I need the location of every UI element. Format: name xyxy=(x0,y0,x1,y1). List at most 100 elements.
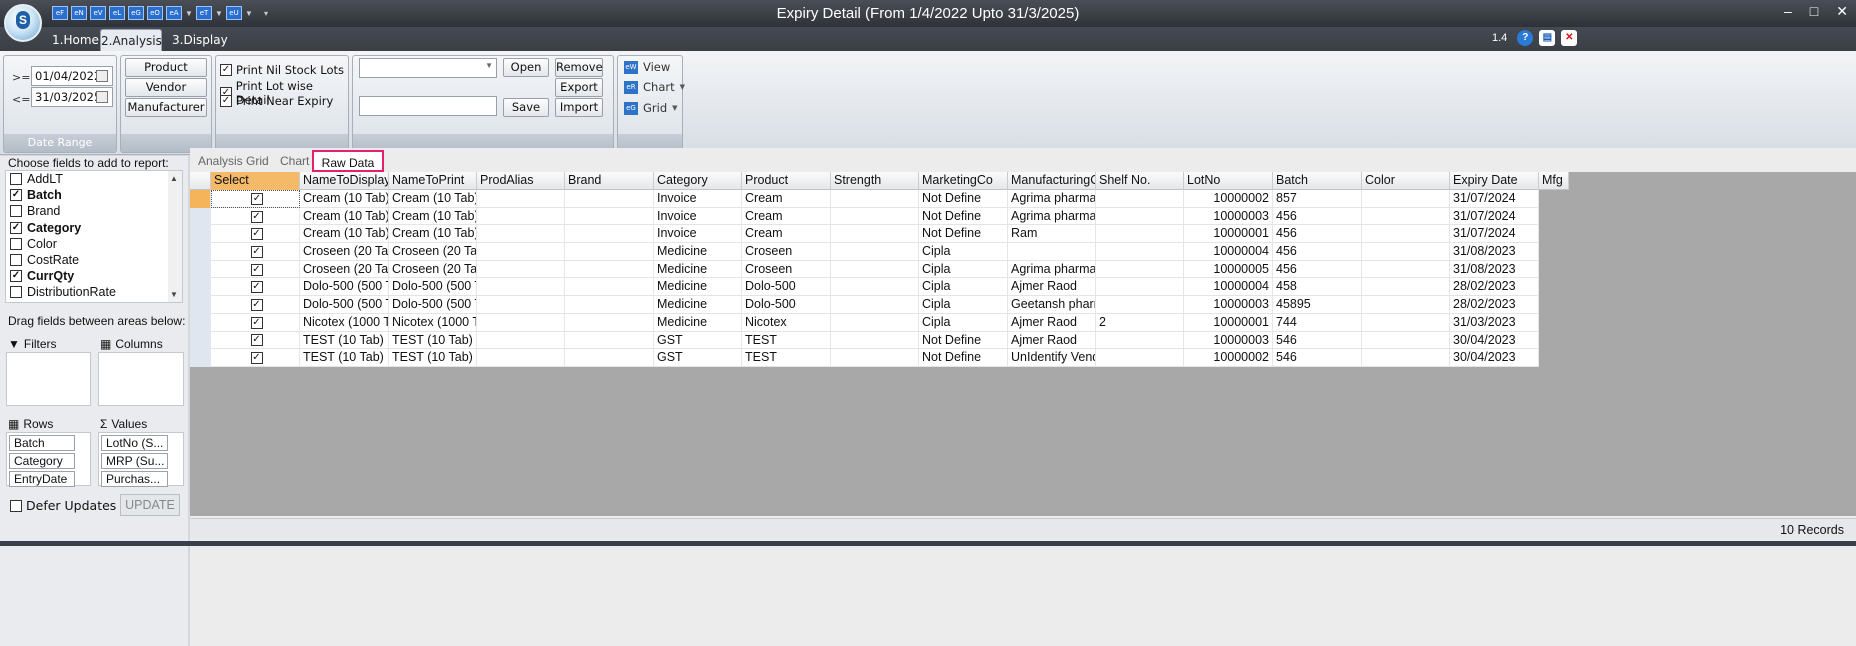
table-row[interactable]: ✓ Dolo-500 (500 TaDolo-500 (500 Ta Medicin… xyxy=(190,296,1539,314)
column-header[interactable]: Color xyxy=(1362,172,1450,190)
table-cell[interactable]: GST xyxy=(654,349,742,367)
table-cell[interactable]: Dolo-500 (500 Ta xyxy=(300,296,389,314)
exit-icon[interactable]: ✕ xyxy=(1561,30,1578,46)
table-cell[interactable] xyxy=(1362,331,1450,350)
value-chip[interactable]: MRP (Su... xyxy=(101,453,168,469)
table-cell[interactable] xyxy=(1096,190,1184,208)
table-cell[interactable] xyxy=(565,278,654,297)
select-cell[interactable]: ✓ xyxy=(211,313,300,332)
row-header[interactable] xyxy=(190,260,211,279)
table-cell[interactable]: Dolo-500 xyxy=(742,278,831,297)
table-cell[interactable] xyxy=(1362,207,1450,226)
table-cell[interactable]: 744 xyxy=(1273,313,1362,332)
table-cell[interactable]: Cream (10 Tab) xyxy=(389,190,477,208)
table-cell[interactable]: 45895 xyxy=(1273,296,1362,314)
column-header[interactable]: NameToPrint xyxy=(389,172,477,190)
table-cell[interactable] xyxy=(1362,190,1450,208)
table-cell[interactable]: Cipla xyxy=(919,296,1008,314)
field-list[interactable]: AddLT ✓ Batch Brand ✓ Category Color CostR… xyxy=(5,170,183,303)
table-cell[interactable]: Medicine xyxy=(654,243,742,261)
table-cell[interactable] xyxy=(565,349,654,367)
table-cell[interactable]: 456 xyxy=(1273,260,1362,279)
table-cell[interactable] xyxy=(1362,349,1450,367)
table-cell[interactable]: 456 xyxy=(1273,243,1362,261)
checkbox[interactable] xyxy=(10,205,22,218)
table-cell[interactable]: 10000003 xyxy=(1184,296,1273,314)
table-row[interactable]: ✓ Nicotex (1000 Ta Nicotex (1000 Ta Medicin… xyxy=(190,313,1539,332)
help-icon[interactable]: ? xyxy=(1517,30,1534,46)
table-cell[interactable]: GST xyxy=(654,331,742,350)
table-cell[interactable]: Nicotex (1000 Ta xyxy=(300,313,389,332)
table-cell[interactable]: 30/04/2023 xyxy=(1450,349,1539,367)
value-chip[interactable]: LotNo (S... xyxy=(101,435,168,451)
table-cell[interactable]: Cream (10 Tab) xyxy=(389,225,477,244)
table-cell[interactable]: Cream (10 Tab) xyxy=(300,225,389,244)
tab-raw-data[interactable]: Raw Data xyxy=(312,150,384,172)
table-cell[interactable] xyxy=(477,331,565,350)
table-cell[interactable] xyxy=(831,278,919,297)
checkbox[interactable] xyxy=(10,254,22,267)
to-date-field[interactable]: 31/03/2025 xyxy=(31,87,113,107)
checkbox[interactable]: ✓ xyxy=(10,270,22,283)
select-checkbox[interactable]: ✓ xyxy=(250,281,263,294)
select-checkbox[interactable]: ✓ xyxy=(250,298,263,311)
column-header[interactable]: Category xyxy=(654,172,742,190)
table-cell[interactable] xyxy=(477,225,565,244)
select-checkbox[interactable]: ✓ xyxy=(250,263,263,276)
checkbox[interactable] xyxy=(10,499,22,512)
table-cell[interactable]: Ajmer Raod xyxy=(1008,331,1096,350)
column-header[interactable]: Strength xyxy=(831,172,919,190)
table-cell[interactable]: Agrima pharmac xyxy=(1008,260,1096,279)
select-cell[interactable]: ✓ xyxy=(211,296,300,314)
select-cell[interactable]: ✓ xyxy=(211,243,300,261)
table-cell[interactable]: Dolo-500 (500 Ta xyxy=(300,278,389,297)
table-cell[interactable]: Not Define xyxy=(919,349,1008,367)
document-icon[interactable]: ▤ xyxy=(1539,30,1556,46)
table-cell[interactable] xyxy=(477,296,565,314)
table-cell[interactable] xyxy=(1362,243,1450,261)
checkbox[interactable]: ✓ xyxy=(10,189,22,202)
import-button[interactable]: Import xyxy=(555,98,603,117)
maximize-icon[interactable]: □ xyxy=(1810,3,1818,20)
table-cell[interactable] xyxy=(831,207,919,226)
table-cell[interactable]: Dolo-500 (500 Ta xyxy=(389,296,477,314)
table-cell[interactable]: 31/08/2023 xyxy=(1450,260,1539,279)
table-cell[interactable] xyxy=(565,190,654,208)
table-cell[interactable]: 10000004 xyxy=(1184,278,1273,297)
table-cell[interactable]: Cipla xyxy=(919,243,1008,261)
checkbox[interactable]: ✓ xyxy=(220,95,232,107)
table-cell[interactable]: 546 xyxy=(1273,331,1362,350)
table-cell[interactable]: 857 xyxy=(1273,190,1362,208)
table-cell[interactable]: Cipla xyxy=(919,313,1008,332)
table-cell[interactable]: 10000004 xyxy=(1184,243,1273,261)
checkbox[interactable]: ✓ xyxy=(220,64,232,76)
table-row[interactable]: ✓ Croseen (20 Tab Croseen (20 Tab Medicine C… xyxy=(190,243,1539,261)
table-cell[interactable] xyxy=(1096,243,1184,261)
table-cell[interactable]: 10000001 xyxy=(1184,313,1273,332)
table-cell[interactable]: TEST (10 Tab) xyxy=(300,331,389,350)
column-header[interactable]: Expiry Date xyxy=(1450,172,1539,190)
table-cell[interactable] xyxy=(477,243,565,261)
table-cell[interactable] xyxy=(1362,313,1450,332)
checkbox[interactable] xyxy=(10,237,22,250)
tab-analysis[interactable]: 2.Analysis xyxy=(100,29,162,51)
filters-area[interactable] xyxy=(6,352,91,406)
table-cell[interactable]: Medicine xyxy=(654,296,742,314)
table-cell[interactable]: Croseen (20 Tab xyxy=(300,243,389,261)
tab-display[interactable]: 3.Display xyxy=(172,29,228,51)
field-list-scrollbar[interactable]: ▲ ▼ xyxy=(168,171,182,302)
select-cell[interactable]: ✓ xyxy=(211,260,300,279)
table-cell[interactable] xyxy=(565,296,654,314)
table-cell[interactable] xyxy=(477,349,565,367)
manufacturer-button[interactable]: Manufacturer xyxy=(125,98,207,117)
table-cell[interactable] xyxy=(1362,225,1450,244)
table-cell[interactable]: Nicotex xyxy=(742,313,831,332)
field-item[interactable]: CostRate xyxy=(6,252,182,268)
column-header[interactable]: Mfg xyxy=(1539,172,1569,190)
table-cell[interactable]: Cipla xyxy=(919,260,1008,279)
table-cell[interactable]: 10000002 xyxy=(1184,190,1273,208)
table-cell[interactable]: Not Define xyxy=(919,207,1008,226)
table-cell[interactable] xyxy=(1096,349,1184,367)
raw-data-grid[interactable]: Select NameToDisplay NameToPrint ProdAli… xyxy=(190,172,1856,541)
table-cell[interactable] xyxy=(831,260,919,279)
